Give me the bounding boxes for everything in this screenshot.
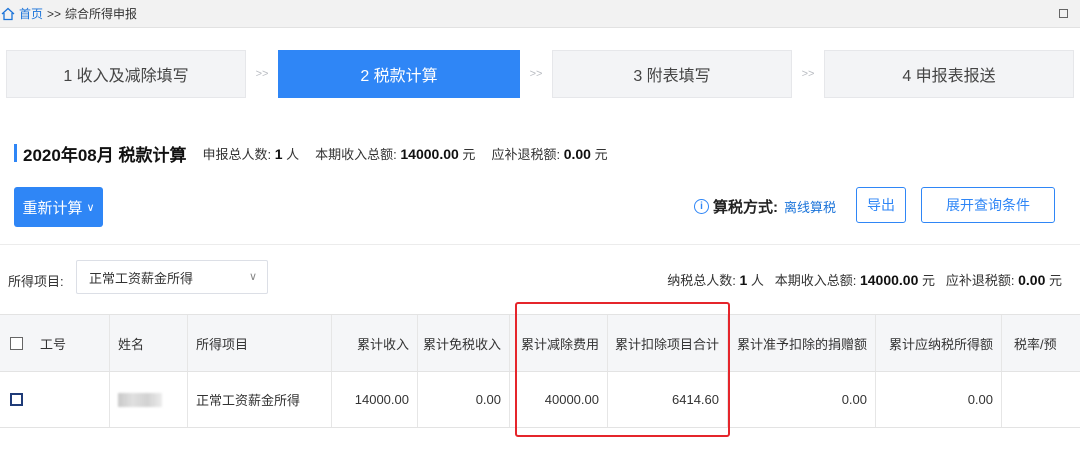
col-tax-rate[interactable]: 税率/预: [1002, 315, 1080, 371]
cell-name: [110, 372, 188, 427]
row-checkbox[interactable]: [9, 393, 23, 406]
step-label: 2 税款计算: [360, 68, 438, 85]
step-separator-icon: >>: [801, 68, 815, 80]
tax-table: 工号 姓名 所得项目 累计收入 累计免税收入 累计减除费用 累计扣除项目合计 累…: [0, 314, 1080, 428]
table-header: 工号 姓名 所得项目 累计收入 累计免税收入 累计减除费用 累计扣除项目合计 累…: [0, 315, 1080, 372]
col-cum-tax-free[interactable]: 累计免税收入: [418, 315, 510, 371]
recalculate-button[interactable]: 重新计算 ∨: [14, 187, 103, 227]
col-name[interactable]: 姓名: [110, 315, 188, 371]
section-header: 2020年08月 税款计算 申报总人数: 1 人 本期收入总额: 14000.0…: [14, 142, 608, 165]
total-people: 申报总人数: 1 人: [202, 145, 300, 162]
top-bar: 首页 >> 综合所得申报: [0, 0, 1080, 28]
calc-mode-label: 算税方式:: [713, 199, 778, 216]
step-navigation: 1 收入及减除填写 >> 2 税款计算 >> 3 附表填写 >> 4 申报表报送: [0, 50, 1080, 98]
step-separator-icon: >>: [255, 68, 269, 80]
step-separator-icon: >>: [529, 68, 543, 80]
select-all-cell: [0, 315, 32, 371]
col-cum-income[interactable]: 累计收入: [332, 315, 418, 371]
chevron-down-icon: ∨: [248, 271, 257, 283]
income-item-label: 所得项目:: [8, 274, 64, 289]
export-button[interactable]: 导出: [856, 187, 906, 223]
step-1-income[interactable]: 1 收入及减除填写: [6, 50, 246, 98]
cell-cum-deduction-fee: 40000.00: [510, 372, 608, 427]
expand-query-button[interactable]: 展开查询条件: [921, 187, 1055, 223]
divider: [0, 244, 1080, 245]
cell-cum-donation: 0.00: [728, 372, 876, 427]
cell-income-item: 正常工资薪金所得: [188, 372, 332, 427]
total-income: 本期收入总额: 14000.00 元: [315, 145, 476, 162]
col-cum-donation[interactable]: 累计准予扣除的捐赠额: [728, 315, 876, 371]
col-employee-id[interactable]: 工号: [32, 315, 110, 371]
cell-cum-taxable: 0.00: [876, 372, 1002, 427]
col-cum-deduction-fee[interactable]: 累计减除费用: [510, 315, 608, 371]
step-label: 3 附表填写: [633, 68, 711, 85]
calc-mode: i 算税方式: 离线算税: [694, 196, 836, 217]
calc-mode-link[interactable]: 离线算税: [784, 197, 836, 216]
cell-cum-income: 14000.00: [332, 372, 418, 427]
table-row[interactable]: 正常工资薪金所得 14000.00 0.00 40000.00 6414.60 …: [0, 372, 1080, 428]
refund-amount: 应补退税额: 0.00 元: [491, 145, 608, 162]
step-3-attachment[interactable]: 3 附表填写: [552, 50, 792, 98]
select-all-checkbox[interactable]: [9, 336, 23, 350]
breadcrumb-current: 综合所得申报: [65, 7, 138, 21]
step-label: 1 收入及减除填写: [63, 68, 189, 85]
step-label: 4 申报表报送: [902, 68, 996, 85]
cell-cum-tax-free: 0.00: [418, 372, 510, 427]
maximize-icon[interactable]: [1059, 9, 1068, 18]
title-accent-bar: [14, 144, 17, 162]
step-2-tax-calc[interactable]: 2 税款计算: [278, 50, 520, 98]
step-4-submit[interactable]: 4 申报表报送: [824, 50, 1074, 98]
breadcrumb-home-link[interactable]: 首页: [19, 5, 43, 22]
cell-cum-deduction-total: 6414.60: [608, 372, 728, 427]
chevron-down-icon: ∨: [86, 201, 95, 214]
breadcrumb-separator: >>: [47, 6, 62, 21]
tax-summary: 纳税总人数: 1 人 本期收入总额: 14000.00 元 应补退税额: 0.0…: [667, 272, 1062, 288]
cell-tax-rate: [1002, 372, 1080, 427]
cell-employee-id: [32, 372, 110, 427]
col-cum-deduction-total[interactable]: 累计扣除项目合计: [608, 315, 728, 371]
row-select-cell: [0, 372, 32, 427]
page-title: 2020年08月 税款计算: [23, 145, 187, 165]
col-income-item[interactable]: 所得项目: [188, 315, 332, 371]
blurred-name: [118, 392, 162, 407]
income-item-select[interactable]: 正常工资薪金所得 ∨: [76, 260, 268, 294]
home-icon[interactable]: [1, 7, 15, 21]
info-icon: i: [694, 199, 709, 214]
col-cum-taxable[interactable]: 累计应纳税所得额: [876, 315, 1002, 371]
